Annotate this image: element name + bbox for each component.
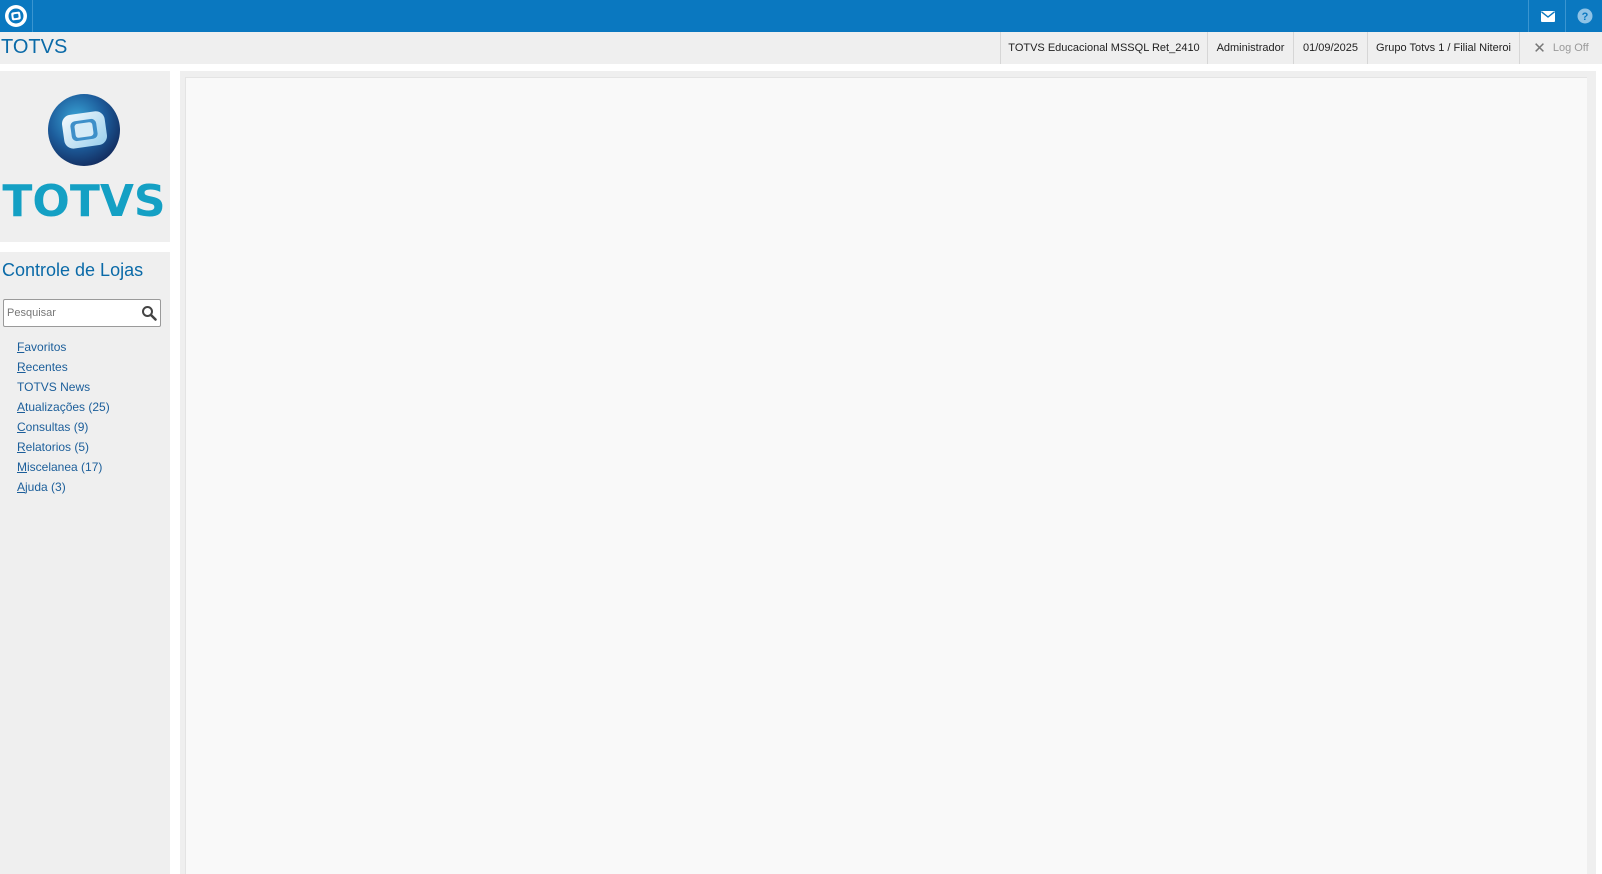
module-title: Controle de Lojas [2, 260, 144, 280]
header-bar: TOTVS TOTVS Educacional MSSQL Ret_2410 A… [0, 32, 1602, 64]
logoff-label: Log Off [1552, 42, 1589, 54]
date-info[interactable]: 01/09/2025 [1293, 32, 1367, 64]
app-title: TOTVS [1, 36, 68, 58]
totvs-logo-icon[interactable] [0, 0, 33, 32]
menu-list: Favoritos Recentes TOTVS News Atualizaçõ… [17, 337, 110, 497]
menu-item-recentes[interactable]: Recentes [17, 357, 110, 377]
menu-item-atualizacoes[interactable]: Atualizações (25) [17, 397, 110, 417]
svg-text:TOTVS: TOTVS [2, 176, 165, 227]
help-icon[interactable]: ? [1565, 0, 1602, 32]
brand-panel: TOTVS [0, 71, 170, 242]
logoff-button[interactable]: ✕ Log Off [1519, 32, 1602, 64]
svg-text:?: ? [1581, 11, 1588, 23]
menu-item-totvs-news[interactable]: TOTVS News [17, 377, 110, 397]
totvs-brand-logo: TOTVS [2, 94, 166, 227]
menu-item-miscelanea[interactable]: Miscelanea (17) [17, 457, 110, 477]
search-icon[interactable] [141, 305, 157, 321]
search-box [3, 299, 161, 327]
environment-info[interactable]: TOTVS Educacional MSSQL Ret_2410 [1000, 32, 1207, 64]
search-input[interactable] [7, 304, 139, 322]
main-content-area[interactable] [185, 77, 1587, 874]
menu-item-relatorios[interactable]: Relatorios (5) [17, 437, 110, 457]
module-menu-panel: Controle de Lojas Favoritos Recentes TOT… [0, 252, 170, 874]
main-content-frame [180, 71, 1596, 874]
menu-item-favoritos[interactable]: Favoritos [17, 337, 110, 357]
mail-icon[interactable] [1528, 0, 1566, 32]
menu-item-consultas[interactable]: Consultas (9) [17, 417, 110, 437]
user-info[interactable]: Administrador [1207, 32, 1293, 64]
company-info[interactable]: Grupo Totvs 1 / Filial Niteroi [1367, 32, 1519, 64]
menu-item-ajuda[interactable]: Ajuda (3) [17, 477, 110, 497]
top-bar: ? [0, 0, 1602, 32]
close-icon: ✕ [1533, 40, 1546, 57]
